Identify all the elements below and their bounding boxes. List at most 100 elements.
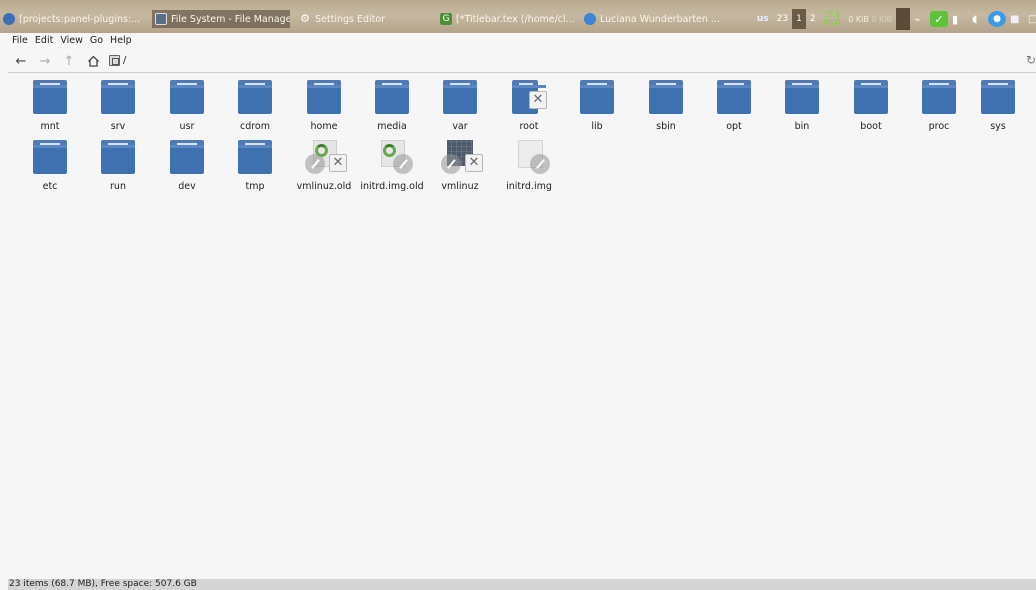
folder-dev[interactable]: dev: [153, 135, 221, 203]
item-label: mnt: [40, 121, 60, 132]
menu-help[interactable]: Help: [110, 35, 132, 46]
folder-lib[interactable]: lib: [563, 75, 631, 143]
item-label: lib: [591, 121, 603, 132]
item-label: bin: [794, 121, 810, 132]
folder-proc[interactable]: proc: [905, 75, 973, 143]
menu-bar: File Edit View Go Help: [8, 33, 1036, 48]
item-label: srv: [110, 121, 126, 132]
menu-view[interactable]: View: [60, 35, 83, 46]
folder-srv[interactable]: srv: [84, 75, 152, 143]
item-label: vmlinuz: [441, 181, 479, 192]
home-button[interactable]: [86, 53, 100, 69]
item-label: boot: [860, 121, 882, 132]
package-icon: ✕: [305, 140, 347, 174]
net-down: 0 KiB: [848, 14, 869, 24]
shield-icon[interactable]: ■: [1006, 9, 1024, 29]
taskbar-task-editor[interactable]: G [*Titlebar.tex (/home/cl...: [437, 10, 575, 28]
top-panel: [projects:panel-plugins:... File System …: [0, 0, 1036, 33]
folder-etc[interactable]: etc: [16, 135, 84, 203]
taskbar-task-file-manager[interactable]: File System - File Manager: [152, 10, 290, 28]
file-vmlinuz-old[interactable]: ✕ vmlinuz.old: [290, 135, 358, 203]
folder-icon: [981, 80, 1015, 114]
status-text: 23 items (68.7 MB), Free space: 507.6 GB: [9, 579, 197, 589]
package-icon: [375, 140, 413, 174]
task-label: [projects:panel-plugins:...: [19, 13, 141, 25]
drive-icon: [109, 55, 120, 66]
taskbar-task-chat[interactable]: Luciana Wunderbarten ...: [581, 10, 721, 28]
cpu-bottom: 46.0: [823, 18, 841, 27]
folder-icon: [717, 80, 751, 114]
item-label: initrd.img.old: [360, 181, 424, 192]
item-label: root: [519, 121, 539, 132]
cpu-monitor: 29.8 46.0: [820, 9, 845, 29]
menu-edit[interactable]: Edit: [35, 35, 53, 46]
folder-icon: [33, 140, 67, 174]
item-label: home: [310, 121, 338, 132]
folder-boot[interactable]: boot: [837, 75, 905, 143]
clipboard-icon[interactable]: ▮: [948, 9, 968, 29]
tray-divider: [896, 8, 910, 30]
arrow-right-icon: →: [39, 53, 51, 69]
folder-sbin[interactable]: sbin: [632, 75, 700, 143]
link-icon: [530, 154, 550, 174]
item-label: sys: [990, 121, 1006, 132]
item-label: vmlinuz.old: [296, 181, 352, 192]
file-view: mnt srv usr cdrom home media var ✕ root …: [8, 73, 1036, 579]
folder-media[interactable]: media: [358, 75, 426, 143]
folder-var[interactable]: var: [426, 75, 494, 143]
task-label: Luciana Wunderbarten ...: [600, 13, 720, 25]
file-initrd-img-old[interactable]: initrd.img.old: [358, 135, 426, 203]
folder-mnt[interactable]: mnt: [16, 75, 84, 143]
folder-icon: [649, 80, 683, 114]
up-button[interactable]: ↑: [62, 53, 76, 69]
folder-run[interactable]: run: [84, 135, 152, 203]
taskbar-task-browser[interactable]: [projects:panel-plugins:...: [0, 10, 150, 28]
net-monitor: 0 KiB 0 KiB: [844, 9, 896, 29]
item-label: run: [110, 181, 126, 192]
folder-cdrom[interactable]: cdrom: [221, 75, 289, 143]
link-icon: [305, 154, 325, 174]
window-icon[interactable]: □: [1024, 9, 1036, 29]
folder-usr[interactable]: usr: [153, 75, 221, 143]
workspace-1[interactable]: 1: [792, 9, 806, 29]
folder-home[interactable]: home: [290, 75, 358, 143]
task-label: [*Titlebar.tex (/home/cl...: [456, 13, 575, 25]
folder-opt[interactable]: opt: [700, 75, 768, 143]
back-button[interactable]: ←: [14, 53, 28, 69]
item-label: opt: [726, 121, 742, 132]
file-vmlinuz[interactable]: ✕ vmlinuz: [426, 135, 494, 203]
arrow-up-icon: ↑: [63, 53, 75, 69]
folder-root[interactable]: ✕ root: [495, 75, 563, 143]
workspace-number[interactable]: 23: [773, 9, 792, 29]
path-bar[interactable]: /: [109, 52, 126, 69]
folder-tmp[interactable]: tmp: [221, 135, 289, 203]
keyboard-layout[interactable]: us: [753, 9, 773, 29]
globe-icon: [3, 13, 15, 25]
chat-tray-icon[interactable]: ●: [988, 11, 1006, 27]
network-icon[interactable]: ⌁: [910, 9, 930, 29]
folder-icon: [854, 80, 888, 114]
volume-icon[interactable]: ◖: [968, 9, 988, 29]
home-icon: [87, 55, 99, 67]
status-bar: 23 items (68.7 MB), Free space: 507.6 GB: [8, 579, 1036, 590]
menu-go[interactable]: Go: [90, 35, 103, 46]
forward-button[interactable]: →: [38, 53, 52, 69]
menu-file[interactable]: File: [12, 35, 28, 46]
file-icon: [512, 140, 550, 174]
folder-sys[interactable]: sys: [964, 75, 1032, 143]
workspace-2[interactable]: 2: [806, 9, 820, 29]
arrow-left-icon: ←: [15, 53, 27, 69]
link-icon: [441, 154, 461, 174]
taskbar-task-settings-editor[interactable]: ⚙ Settings Editor: [296, 10, 396, 28]
binary-icon: ✕: [441, 140, 483, 174]
file-manager-icon: [155, 13, 167, 25]
folder-bin[interactable]: bin: [768, 75, 836, 143]
reload-icon[interactable]: ↻: [1026, 53, 1036, 67]
folder-icon: [307, 80, 341, 114]
editor-icon: G: [440, 13, 452, 25]
check-icon[interactable]: ✓: [930, 11, 948, 27]
toolbar: ← → ↑ / ↻: [8, 50, 1036, 72]
file-initrd-img[interactable]: initrd.img: [495, 135, 563, 203]
gear-icon: ⚙: [300, 12, 310, 25]
folder-icon: [170, 140, 204, 174]
